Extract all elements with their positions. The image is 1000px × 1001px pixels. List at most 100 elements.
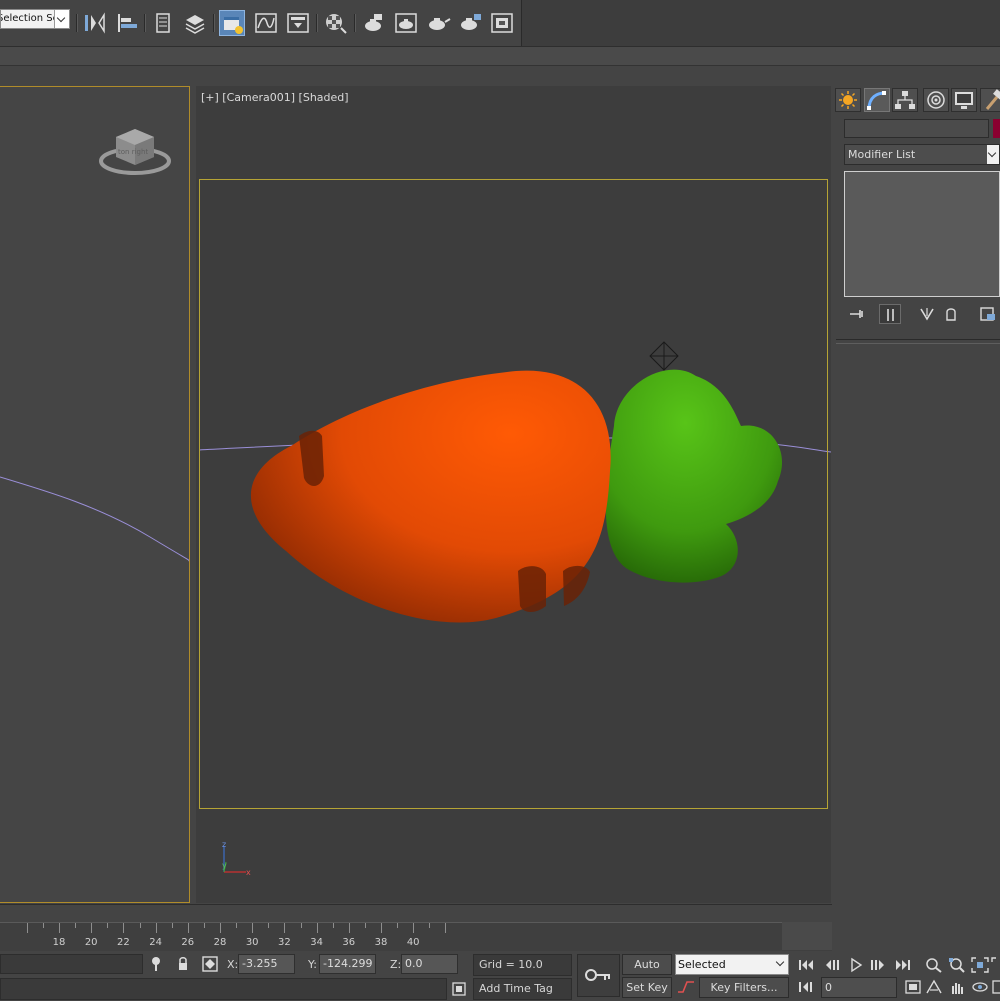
time-tag-icon[interactable]	[451, 981, 467, 997]
absolute-mode-transform-icon[interactable]	[201, 955, 219, 973]
timeline-tick-label: 20	[84, 937, 98, 948]
timeline-tick	[220, 923, 221, 933]
render-production-icon[interactable]	[425, 10, 451, 36]
go-to-start-icon[interactable]	[796, 956, 816, 974]
isolate-selection-icon[interactable]	[149, 955, 163, 973]
pin-stack-icon[interactable]	[846, 304, 868, 324]
key-filters-button[interactable]: Key Filters...	[699, 977, 789, 998]
rendered-frame-window-icon[interactable]	[393, 10, 419, 36]
chevron-down-icon[interactable]	[987, 145, 999, 164]
x-coord-field[interactable]: -3.255	[238, 954, 295, 974]
timeline-tick	[284, 923, 286, 933]
object-name-field[interactable]	[844, 119, 989, 138]
scene-explorer-icon[interactable]	[150, 10, 176, 36]
go-to-end-icon[interactable]	[893, 956, 913, 974]
lock-icon[interactable]	[176, 956, 190, 972]
time-configuration-icon[interactable]	[903, 978, 923, 996]
modify-curve-icon	[867, 91, 886, 110]
timeline-tick	[429, 923, 431, 928]
toolbar-separator	[76, 14, 78, 32]
hammer-icon	[985, 89, 1000, 110]
timeline-tick	[268, 923, 270, 928]
sun-icon	[839, 91, 857, 109]
key-mode-value: Selected	[678, 958, 726, 971]
maxscript-listener-field[interactable]	[0, 954, 143, 974]
named-selection-set-value: Selection Se	[0, 13, 59, 24]
ribbon-bar	[0, 47, 1000, 66]
previous-frame-icon[interactable]	[822, 956, 842, 974]
mirror-icon[interactable]	[82, 10, 108, 36]
schematic-view-icon[interactable]	[285, 10, 311, 36]
timeline-tick	[316, 923, 318, 933]
axis-tripod: z y x	[222, 840, 251, 877]
axis-x-label: x	[246, 868, 251, 877]
curve-editor-icon[interactable]	[253, 10, 279, 36]
named-selection-set-dropdown[interactable]: Selection Se	[0, 9, 70, 29]
modifier-stack[interactable]	[844, 171, 1000, 297]
timeline-tick-label: 32	[278, 937, 291, 948]
remove-modifier-icon[interactable]	[940, 304, 962, 324]
viewcube[interactable]: ton right	[98, 121, 174, 177]
modify-tab[interactable]	[864, 88, 890, 112]
timeline-tick	[332, 923, 334, 928]
timeline-tick	[397, 923, 399, 928]
material-editor-icon[interactable]	[323, 10, 349, 36]
timeline-tick	[59, 923, 60, 933]
render-setup-icon[interactable]	[360, 10, 386, 36]
key-mode-toggle-icon[interactable]	[796, 978, 816, 996]
y-coord-label: Y:	[308, 958, 317, 971]
zoom-extents-icon[interactable]	[970, 956, 990, 974]
camera-viewport[interactable]: [+] [Camera001] [Shaded] z y x	[196, 86, 831, 903]
display-tab[interactable]	[951, 88, 977, 112]
timeline-tick	[123, 923, 125, 933]
timeline-tick	[252, 923, 254, 933]
render-to-texture-icon[interactable]	[489, 10, 515, 36]
make-unique-icon[interactable]	[916, 304, 938, 324]
z-coord-field[interactable]: 0.0	[401, 954, 458, 974]
zoom-icon[interactable]	[924, 956, 944, 974]
timeline-tick-label: 38	[374, 937, 388, 948]
field-of-view-icon[interactable]	[924, 978, 944, 996]
auto-key-button[interactable]: Auto Key	[622, 954, 672, 990]
timeline-tick-label: 22	[117, 937, 130, 948]
show-end-result-icon[interactable]	[879, 304, 901, 324]
set-keys-button[interactable]	[577, 954, 620, 997]
hierarchy-icon	[895, 91, 915, 109]
chevron-down-icon[interactable]	[774, 955, 788, 974]
create-tab[interactable]	[835, 88, 861, 112]
render-iterative-icon[interactable]	[457, 10, 483, 36]
key-mode-dropdown[interactable]: Selected	[675, 954, 789, 975]
utilities-tab[interactable]	[980, 88, 1000, 112]
timeline-tick	[91, 923, 93, 933]
orbit-icon[interactable]	[970, 978, 990, 996]
toggle-ribbon-icon[interactable]	[219, 10, 245, 36]
timeline-tick-label: 30	[245, 937, 259, 948]
object-color-swatch[interactable]	[993, 119, 1000, 138]
pan-view-icon[interactable]	[947, 978, 967, 996]
monitor-icon	[955, 92, 973, 109]
chevron-down-icon[interactable]	[54, 10, 69, 28]
align-icon[interactable]	[114, 10, 140, 36]
timeline-tick	[75, 923, 77, 928]
maximize-viewport-icon[interactable]	[990, 978, 1000, 996]
current-frame-field[interactable]: 0	[821, 977, 897, 998]
modifier-list-dropdown[interactable]: Modifier List	[844, 144, 1000, 165]
zoom-all-icon[interactable]	[947, 956, 967, 974]
motion-tab[interactable]	[923, 88, 949, 112]
left-viewport[interactable]: ton right	[0, 86, 190, 903]
track-bar[interactable]: 18 20 22 24 26 28 30 32 34 36 38 40	[0, 922, 832, 951]
layer-explorer-icon[interactable]	[182, 10, 208, 36]
y-coord-field[interactable]: -124.299	[319, 954, 376, 974]
zoom-extents-all-icon[interactable]	[990, 956, 1000, 974]
play-icon[interactable]	[846, 956, 866, 974]
modifier-list-label: Modifier List	[848, 148, 916, 161]
configure-modifier-sets-icon[interactable]	[977, 304, 999, 324]
timeline-tick	[155, 923, 157, 933]
track-bar-end	[782, 922, 832, 950]
timeline-tick-label: 34	[310, 937, 323, 948]
key-tangent-icon[interactable]	[675, 977, 697, 998]
next-frame-icon[interactable]	[868, 956, 888, 974]
hierarchy-tab[interactable]	[892, 88, 918, 112]
add-time-tag-button[interactable]: Add Time Tag	[473, 978, 572, 1000]
set-key-button[interactable]: Set Key	[622, 977, 672, 998]
